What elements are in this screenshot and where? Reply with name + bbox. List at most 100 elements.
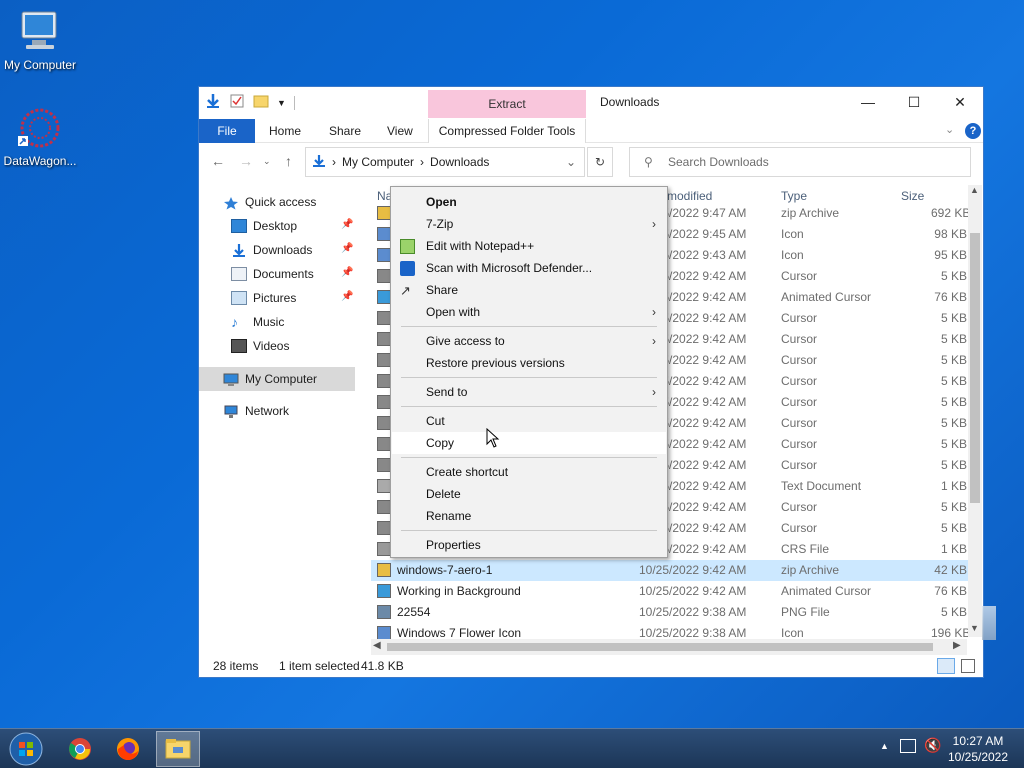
nav-label: My Computer bbox=[245, 372, 318, 386]
tab-compressed-folder-tools[interactable]: Compressed Folder Tools bbox=[428, 119, 586, 143]
column-header-size[interactable]: Size bbox=[901, 189, 924, 203]
menu-separator bbox=[401, 406, 657, 407]
datawagon-icon bbox=[16, 106, 64, 150]
context-menu-item-7-zip[interactable]: 7-Zip › bbox=[392, 213, 666, 235]
nav-pictures[interactable]: Pictures bbox=[231, 287, 296, 309]
nav-desktop[interactable]: Desktop bbox=[231, 215, 297, 237]
nav-network[interactable]: Network bbox=[223, 400, 289, 422]
pin-icon[interactable]: 📌 bbox=[341, 291, 353, 302]
tab-view[interactable]: View bbox=[387, 119, 413, 143]
nav-videos[interactable]: Videos bbox=[231, 335, 289, 357]
show-hidden-icons-button[interactable]: ▲ bbox=[880, 741, 889, 751]
chevron-down-icon[interactable]: ▼ bbox=[277, 98, 286, 108]
details-view-icon[interactable] bbox=[937, 658, 955, 674]
chevron-right-icon: › bbox=[652, 305, 656, 319]
context-menu-item-scan-with-microsoft-defender[interactable]: Scan with Microsoft Defender... bbox=[392, 257, 666, 279]
properties-icon[interactable] bbox=[229, 93, 245, 112]
volume-muted-icon[interactable]: 🔇 bbox=[924, 737, 941, 754]
chevron-right-icon: › bbox=[652, 385, 656, 399]
large-icons-view-icon[interactable] bbox=[961, 659, 975, 673]
pin-icon[interactable]: 📌 bbox=[341, 267, 353, 278]
context-menu-item-rename[interactable]: Rename bbox=[392, 505, 666, 527]
pin-icon[interactable]: 📌 bbox=[341, 219, 353, 230]
menu-item-label: Copy bbox=[426, 436, 455, 450]
clock[interactable]: 10:27 AM 10/25/2022 bbox=[940, 733, 1016, 765]
taskbar-chrome-button[interactable] bbox=[58, 731, 102, 767]
column-header-date-modified[interactable]: modified bbox=[667, 189, 712, 203]
vertical-scrollbar[interactable]: ▲ ▼ bbox=[968, 185, 982, 637]
star-icon bbox=[223, 195, 239, 210]
desktop-icon-my-computer[interactable]: My Computer bbox=[0, 10, 80, 72]
column-header-type[interactable]: Type bbox=[781, 189, 807, 203]
context-menu-item-give-access-to[interactable]: Give access to › bbox=[392, 330, 666, 352]
tab-extract[interactable]: Extract bbox=[428, 90, 586, 118]
forward-button[interactable]: → bbox=[239, 153, 253, 169]
pin-icon[interactable]: 📌 bbox=[341, 243, 353, 254]
network-status-icon[interactable] bbox=[900, 739, 916, 753]
table-row[interactable]: windows-7-aero-1 10/25/2022 9:42 AM zip Ar… bbox=[371, 560, 971, 581]
nav-quick-access[interactable]: Quick access bbox=[223, 191, 316, 213]
search-input[interactable]: ⚲ Search Downloads bbox=[629, 147, 971, 177]
mouse-cursor-icon bbox=[486, 427, 500, 451]
file-size: 76 KB bbox=[934, 584, 967, 598]
scroll-thumb[interactable] bbox=[970, 233, 980, 503]
file-icon bbox=[377, 542, 391, 556]
chevron-down-icon[interactable]: ⌄ bbox=[566, 155, 576, 169]
context-menu-item-restore-previous-versions[interactable]: Restore previous versions bbox=[392, 352, 666, 374]
breadcrumb-downloads[interactable]: Downloads bbox=[430, 155, 489, 169]
close-button[interactable]: ✕ bbox=[937, 87, 983, 117]
scroll-up-arrow[interactable]: ▲ bbox=[970, 185, 979, 195]
tab-home[interactable]: Home bbox=[269, 119, 301, 143]
up-button[interactable]: ↑ bbox=[285, 153, 292, 169]
taskbar-file-explorer-button[interactable] bbox=[156, 731, 200, 767]
file-size: 5 KB bbox=[940, 437, 967, 451]
menu-item-label: Edit with Notepad++ bbox=[426, 239, 535, 253]
address-bar[interactable]: › My Computer › Downloads ⌄ bbox=[305, 147, 585, 177]
minimize-button[interactable]: — bbox=[845, 87, 891, 117]
context-menu-item-cut[interactable]: Cut bbox=[392, 410, 666, 432]
down-arrow-icon[interactable] bbox=[205, 93, 221, 112]
context-menu-item-create-shortcut[interactable]: Create shortcut bbox=[392, 461, 666, 483]
refresh-button[interactable]: ↻ bbox=[587, 147, 613, 177]
tab-file[interactable]: File bbox=[199, 119, 255, 143]
context-menu-item-delete[interactable]: Delete bbox=[392, 483, 666, 505]
file-icon bbox=[377, 206, 391, 220]
recycle-bin-icon[interactable] bbox=[982, 606, 996, 640]
start-button[interactable] bbox=[4, 731, 48, 767]
context-menu-item-send-to[interactable]: Send to › bbox=[392, 381, 666, 403]
maximize-button[interactable]: ☐ bbox=[891, 87, 937, 117]
tab-share[interactable]: Share bbox=[329, 119, 361, 143]
file-size: 5 KB bbox=[940, 353, 967, 367]
nav-downloads[interactable]: Downloads bbox=[231, 239, 312, 261]
table-row[interactable]: Working in Background 10/25/2022 9:42 AM A… bbox=[371, 581, 971, 602]
help-icon[interactable]: ? bbox=[965, 123, 981, 139]
scroll-thumb[interactable] bbox=[387, 643, 933, 651]
scroll-left-arrow[interactable]: ◀ bbox=[373, 640, 381, 651]
context-menu-item-open-with[interactable]: Open with › bbox=[392, 301, 666, 323]
navigation-pane: Quick access Desktop 📌 Downloads 📌 Docum… bbox=[199, 181, 355, 655]
table-row[interactable]: 22554 10/25/2022 9:38 AM PNG File 5 KB bbox=[371, 602, 971, 623]
desktop-icon-datawagon[interactable]: DataWagon... bbox=[0, 106, 80, 168]
menu-item-label: Open bbox=[426, 195, 457, 209]
file-icon bbox=[377, 584, 391, 598]
scroll-right-arrow[interactable]: ▶ bbox=[953, 640, 961, 651]
horizontal-scrollbar[interactable]: ◀ ▶ bbox=[371, 639, 967, 655]
breadcrumb-my-computer[interactable]: My Computer bbox=[342, 155, 414, 169]
nav-documents[interactable]: Documents bbox=[231, 263, 314, 285]
new-folder-icon[interactable] bbox=[253, 93, 269, 112]
nav-music[interactable]: ♪ Music bbox=[231, 311, 284, 333]
back-button[interactable]: ← bbox=[211, 153, 225, 169]
chevron-down-icon[interactable]: ⌄ bbox=[945, 123, 954, 136]
scroll-down-arrow[interactable]: ▼ bbox=[970, 623, 979, 633]
context-menu-item-edit-with-notepad[interactable]: Edit with Notepad++ bbox=[392, 235, 666, 257]
nav-my-computer[interactable]: My Computer bbox=[223, 368, 317, 390]
context-menu-item-copy[interactable]: Copy bbox=[392, 432, 666, 454]
context-menu-item-properties[interactable]: Properties bbox=[392, 534, 666, 556]
recent-locations-button[interactable]: ⌄ bbox=[263, 156, 271, 167]
clock-date: 10/25/2022 bbox=[947, 750, 1009, 764]
file-icon bbox=[377, 332, 391, 346]
taskbar-firefox-button[interactable] bbox=[106, 731, 150, 767]
context-menu-item-share[interactable]: ↗ Share bbox=[392, 279, 666, 301]
context-menu-item-open[interactable]: Open bbox=[392, 191, 666, 213]
desktop-icon-label: My Computer bbox=[3, 58, 77, 72]
